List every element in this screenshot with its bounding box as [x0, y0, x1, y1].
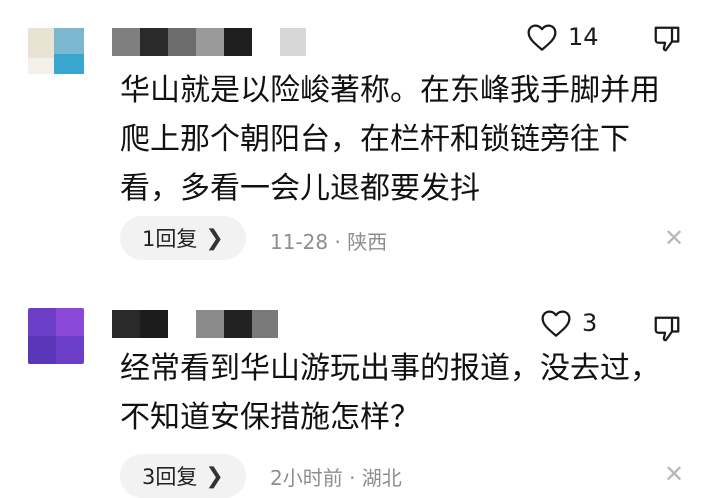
comment-text: 经常看到华山游玩出事的报道，没去过，不知道安保措施怎样？	[120, 351, 660, 435]
like-button[interactable]: 14	[526, 22, 599, 52]
thumbs-down-icon[interactable]	[652, 24, 682, 54]
avatar[interactable]	[28, 308, 84, 364]
comment-meta: 2小时前 · 湖北	[270, 466, 402, 490]
chevron-right-icon: ❯	[205, 463, 224, 489]
view-replies-button[interactable]: 3回复 ❯	[120, 454, 246, 498]
avatar[interactable]	[28, 18, 84, 74]
close-icon[interactable]: ✕	[664, 224, 684, 252]
chevron-right-icon: ❯	[205, 225, 224, 251]
username-redacted[interactable]	[112, 310, 278, 338]
comment-item: 3 经常看到华山游玩出事的报道，没去过，不知道安保措施怎样？ 3回复 ❯ 2小时…	[0, 290, 720, 498]
username-redacted[interactable]	[112, 28, 306, 56]
close-icon[interactable]: ✕	[664, 460, 684, 488]
replies-label: 1回复	[142, 227, 198, 251]
comment-text: 华山就是以险峻著称。在东峰我手脚并用爬上那个朝阳台，在栏杆和锁链旁往下看，多看一…	[120, 73, 660, 206]
comment-item: 14 华山就是以险峻著称。在东峰我手脚并用爬上那个朝阳台，在栏杆和锁链旁往下看，…	[0, 0, 720, 290]
comment-meta: 11-28 · 陕西	[270, 230, 388, 254]
like-button[interactable]: 3	[540, 308, 597, 338]
like-count: 3	[582, 309, 598, 337]
view-replies-button[interactable]: 1回复 ❯	[120, 216, 246, 260]
heart-icon	[527, 24, 557, 51]
like-count: 14	[568, 23, 599, 51]
replies-label: 3回复	[142, 465, 198, 489]
thumbs-down-icon[interactable]	[652, 314, 682, 344]
heart-icon	[541, 310, 571, 337]
